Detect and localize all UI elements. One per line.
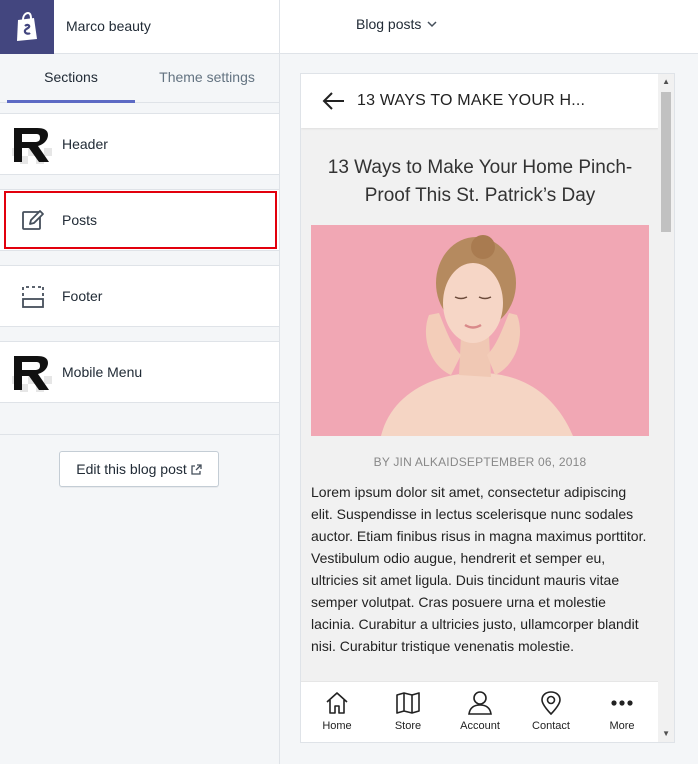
nav-label: Home [322,720,352,732]
nav-home[interactable]: Home [307,690,367,732]
nav-store[interactable]: Store [378,690,438,732]
scroll-down-icon[interactable]: ▼ [662,729,670,738]
page-selector[interactable]: Blog posts [356,16,437,32]
nav-label: Account [460,720,500,732]
section-mobile-menu[interactable]: Mobile Menu [0,341,279,403]
sidebar-tabs: Sections Theme settings [0,54,279,103]
map-icon [396,692,420,714]
mobile-preview: 13 WAYS TO MAKE YOUR H... 13 Ways to Mak… [300,73,675,743]
post-byline: BY JIN ALKAIDSEPTEMBER 06, 2018 [373,455,587,469]
section-footer[interactable]: Footer [0,265,279,327]
preview-header: 13 WAYS TO MAKE YOUR H... [301,74,659,128]
tab-theme-settings[interactable]: Theme settings [140,54,274,103]
nav-contact[interactable]: Contact [521,690,581,732]
nav-more[interactable]: More [592,690,652,732]
section-posts[interactable]: Posts [0,189,279,251]
section-header[interactable]: Header [0,113,279,175]
user-icon [468,691,492,715]
back-arrow-icon[interactable] [321,88,347,114]
preview-header-title: 13 WAYS TO MAKE YOUR H... [357,92,586,109]
nav-account[interactable]: Account [450,690,510,732]
tab-sections[interactable]: Sections [7,54,135,103]
section-label: Header [62,136,108,152]
r-logo-thumb [12,124,52,164]
footer-layout-icon [22,286,44,308]
section-label: Posts [62,212,98,228]
scrollbar-thumb[interactable] [661,92,671,232]
external-link-icon [191,463,202,475]
preview-area: Blog posts 13 WAYS TO MAKE YOUR H... 13 … [280,0,698,764]
sidebar: Marco beauty Sections Theme settings Hea… [0,0,280,764]
theme-editor: Marco beauty Sections Theme settings Hea… [0,0,698,764]
r-logo-thumb [12,352,52,392]
more-dots-icon [611,700,633,706]
bottom-nav: Home Store Account Contact More [301,681,659,742]
post-body: Lorem ipsum dolor sit amet, consectetur … [311,484,647,654]
chevron-down-icon [427,20,437,27]
post-title: 13 Ways to Make Your Home Pinch-Proof Th… [327,157,633,206]
section-label: Mobile Menu [62,364,143,380]
preview-topbar: Blog posts [280,0,698,54]
shopify-bag-icon[interactable] [0,0,54,54]
post-hero-image [311,225,649,436]
page-selector-value: Blog posts [356,16,422,32]
sidebar-topbar: Marco beauty [0,0,279,54]
location-pin-icon [541,691,561,716]
scroll-up-icon[interactable]: ▲ [662,77,670,86]
nav-label: Store [394,720,422,732]
home-icon [326,692,348,714]
nav-label: Contact [532,720,570,732]
section-label: Footer [62,288,103,304]
divider [0,434,279,435]
edit-blog-post-button[interactable]: Edit this blog post [59,451,219,487]
store-name: Marco beauty [66,18,151,34]
edit-button-label: Edit this blog post [76,461,187,477]
edit-icon [22,210,44,230]
preview-scrollbar[interactable]: ▲ ▼ [658,74,674,742]
nav-label: More [609,720,635,732]
